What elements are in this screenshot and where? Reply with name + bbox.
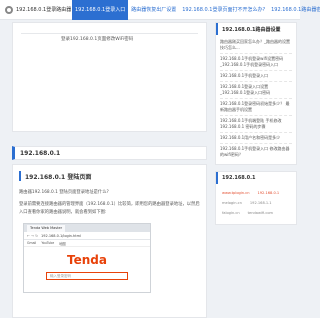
bookmark-youtube: YouTube — [41, 241, 55, 245]
sidebar-item[interactable]: 192.168.0.1手机端登陆 手机修改 192.168.0.1 密码的步骤 — [220, 116, 292, 133]
nav-arrows-icon: ← → ↻ — [27, 233, 39, 238]
main-nav: 192.168.0.1登录入口 路由器恢复出厂设置 192.168.0.1登录页… — [72, 0, 320, 20]
password-input: 输入登录密码 — [46, 272, 128, 280]
site-name: 192.168.0.1登录路由器 — [16, 7, 72, 13]
article-paragraph-2: 登录前需要连接路由器的管理界面（192.168.0.1）比较简，即用您的路由器登… — [19, 202, 200, 215]
nav-item-login-entry[interactable]: 192.168.0.1登录入口 — [72, 0, 129, 20]
browser-address-bar: ← → ↻ 192.168.0.1/login.html — [24, 232, 150, 240]
tag-link[interactable]: tendawifi.com — [246, 210, 275, 216]
tag-card-title: 192.168.0.1 — [216, 172, 296, 184]
tag-link[interactable]: 192.168.1.1 — [248, 200, 274, 206]
sidebar-item[interactable]: 192.168.0.1手机登录wifi设置密码_192.168.0.1手机登录密… — [220, 54, 292, 71]
browser-screenshot: Tenda Web Master ← → ↻ 192.168.0.1/login… — [23, 223, 151, 293]
browser-bookmarks: Gmail YouTube 地图 — [24, 240, 150, 247]
article-paragraph-1: 路由器192.168.0.1 登陆页面登录地址是什么? — [19, 190, 109, 195]
bookmark-gmail: Gmail — [27, 241, 37, 245]
top-navbar: 192.168.0.1登录路由器 192.168.0.1登录入口 路由器恢复出厂… — [0, 0, 320, 20]
sidebar-list: 路由器刚买回家怎么办？_路由器的设置技巧怎么... 192.168.0.1手机登… — [216, 35, 296, 164]
tag-link[interactable]: melogin.cn — [220, 200, 244, 206]
article-body: 192.168.0.1 登陆页面 路由器192.168.0.1 登陆页面登录地址… — [12, 164, 207, 318]
main-column: 登录192.168.0.1页面修改WiFi密码 192.168.0.1 192.… — [12, 22, 207, 318]
sidebar-title: 192.168.0.1路由器设置 — [216, 23, 296, 35]
site-logo[interactable]: 192.168.0.1登录路由器 — [0, 5, 72, 14]
sidebar-item[interactable]: 路由器刚买回家怎么办？_路由器的设置技巧怎么... — [220, 37, 292, 54]
sidebar-card-router-setup: 192.168.0.1路由器设置 路由器刚买回家怎么办？_路由器的设置技巧怎么.… — [215, 22, 297, 165]
browser-tabbar: Tenda Web Master — [24, 224, 150, 232]
sidebar-item[interactable]: 192.168.0.1登录密码初始是多少？ 最新路由器手机设置 — [220, 99, 292, 116]
browser-tab: Tenda Web Master — [27, 224, 66, 232]
tenda-logo: Tenda — [67, 253, 107, 267]
nav-item-page-not-open[interactable]: 192.168.0.1登录页面打不开怎么办? — [179, 0, 268, 20]
featured-card: 登录192.168.0.1页面修改WiFi密码 — [12, 22, 207, 132]
sidebar-item[interactable]: 192.168.0.1登录入口设置_192.168.0.1登录入口密码 — [220, 82, 292, 99]
nav-item-factory-reset[interactable]: 路由器恢复出厂设置 — [128, 0, 179, 20]
nav-item-password-setup[interactable]: 192.168.0.1路由器密码设置 — [268, 0, 320, 20]
browser-url: 192.168.0.1/login.html — [41, 233, 81, 238]
section-title: 192.168.0.1 — [12, 146, 207, 160]
sidebar-item[interactable]: 192.168.0.1用户名和密码是多少 — [220, 133, 292, 144]
logo-icon — [5, 5, 13, 14]
tag-link[interactable]: www.tplogin.cn — [220, 190, 251, 196]
tag-cloud: www.tplogin.cn 192.168.0.1 melogin.cn 19… — [216, 184, 296, 224]
article-heading: 192.168.0.1 登陆页面 — [19, 171, 200, 181]
bookmark-maps: 地图 — [59, 241, 66, 246]
sidebar-item[interactable]: 192.168.0.1手机登录入口 修改路由器的wifi密码？ — [220, 144, 292, 160]
tag-link[interactable]: 192.168.0.1 — [255, 190, 281, 196]
featured-caption[interactable]: 登录192.168.0.1页面修改WiFi密码 — [61, 36, 133, 42]
sidebar: 192.168.0.1路由器设置 路由器刚买回家怎么办？_路由器的设置技巧怎么.… — [215, 22, 297, 225]
tag-link[interactable]: falogin.cn — [220, 210, 242, 216]
divider — [21, 33, 198, 34]
sidebar-card-tags: 192.168.0.1 www.tplogin.cn 192.168.0.1 m… — [215, 171, 297, 225]
sidebar-item[interactable]: 192.168.0.1手机登录入口 — [220, 71, 292, 82]
